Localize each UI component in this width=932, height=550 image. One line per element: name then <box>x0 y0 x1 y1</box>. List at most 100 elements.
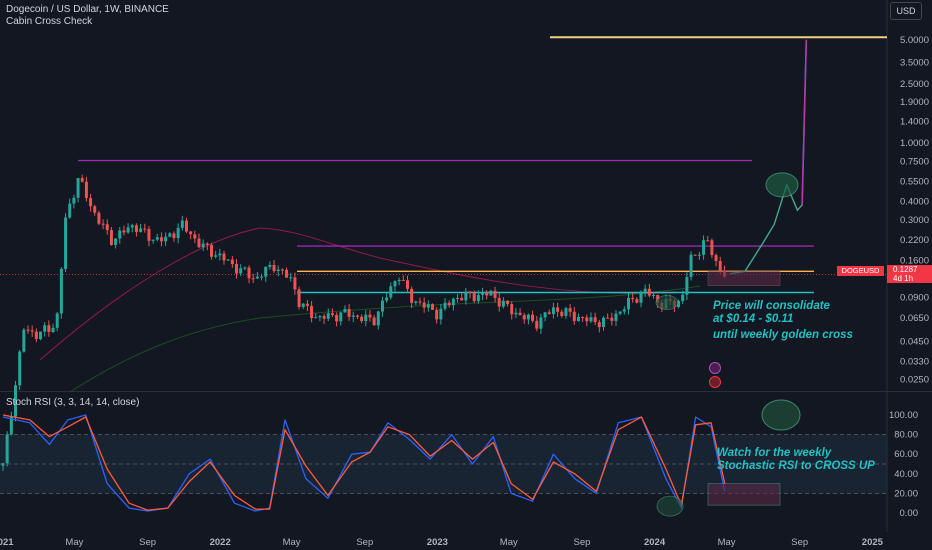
candle-body <box>685 277 689 295</box>
candle-body <box>405 280 409 289</box>
candle-body <box>451 298 455 306</box>
rsi-tick-label: 0.00 <box>900 508 919 519</box>
time-tick-label: 2022 <box>210 537 231 548</box>
candle-body <box>689 254 693 278</box>
candle-body <box>485 292 489 296</box>
candle-body <box>210 244 213 257</box>
candle-body <box>201 243 205 248</box>
candle-body <box>481 292 485 295</box>
candle-body <box>59 268 63 314</box>
currency-button[interactable]: USD <box>890 2 922 20</box>
candle-body <box>572 311 576 322</box>
candle-body <box>631 297 635 300</box>
candle-body <box>64 217 68 269</box>
candle-body <box>218 253 222 256</box>
price-tick-label: 0.3000 <box>900 215 929 226</box>
candle-body <box>697 254 701 256</box>
candle-body <box>614 313 618 321</box>
symbol-label: DOGEUSD <box>837 266 884 276</box>
candle-body <box>627 297 630 310</box>
candle-body <box>76 178 80 198</box>
candle-body <box>5 434 9 464</box>
candle-body <box>489 290 493 296</box>
candle-body <box>114 238 118 245</box>
candle-body <box>285 269 289 278</box>
candle-body <box>376 311 380 326</box>
candle-body <box>681 294 685 302</box>
candle-body <box>247 267 251 279</box>
rsi-tick-label: 80.00 <box>894 430 918 441</box>
rsi-tick-label: 60.00 <box>894 449 918 460</box>
candle-body <box>706 240 710 242</box>
candle-body <box>368 314 372 318</box>
candle-body <box>18 351 22 386</box>
candle-body <box>493 290 497 299</box>
candle-body <box>576 317 580 322</box>
candle-body <box>343 309 347 313</box>
candle-body <box>610 317 614 321</box>
rsi-annotation: Watch for the weekly Stochastic RSI to C… <box>717 447 875 472</box>
candle-body <box>22 329 26 352</box>
stoch-rsi-title[interactable]: Stoch RSI (3, 3, 14, 14, close) <box>6 397 139 408</box>
candle-body <box>372 317 376 326</box>
candle-body <box>456 297 460 299</box>
price-tick-label: 0.5500 <box>900 176 929 187</box>
time-tick-label: May <box>65 537 83 548</box>
candle-body <box>293 277 297 290</box>
candle-body <box>422 302 426 308</box>
candle-body <box>272 264 276 272</box>
candle-body <box>72 197 76 204</box>
price-tick-label: 0.4000 <box>900 197 929 208</box>
candle-body <box>335 315 339 322</box>
candle-body <box>535 320 539 329</box>
candle-body <box>518 312 522 316</box>
candle-body <box>464 291 468 301</box>
ma-200-line <box>69 285 701 393</box>
candle-body <box>168 233 172 237</box>
candle-body <box>126 227 130 233</box>
candle-body <box>297 289 301 307</box>
candle-body <box>235 264 239 274</box>
price-label: 0.1287 4d 1h <box>887 265 932 283</box>
candle-body <box>460 297 464 301</box>
candle-body <box>556 307 560 312</box>
candle-body <box>143 228 147 230</box>
candle-body <box>439 308 443 320</box>
candle-body <box>214 255 218 257</box>
price-tick-label: 5.0000 <box>900 35 929 46</box>
time-tick-label: 2023 <box>427 537 448 548</box>
candle-body <box>560 311 564 316</box>
candle-body <box>506 300 510 305</box>
price-tick-label: 1.9000 <box>900 97 929 108</box>
candle-body <box>543 312 547 318</box>
candle-body <box>514 312 518 315</box>
candle-body <box>243 267 247 269</box>
candle-body <box>468 291 472 294</box>
candle-body <box>581 317 585 319</box>
candle-body <box>172 233 176 239</box>
candle-body <box>360 316 364 321</box>
top-circle <box>765 172 799 198</box>
price-tick-label: 0.0450 <box>900 337 929 348</box>
candle-body <box>260 276 264 278</box>
consolidate-annotation: Price will consolidate at $0.14 - $0.11 <box>713 300 830 325</box>
indicator-name[interactable]: Cabin Cross Check <box>6 16 92 27</box>
candle-body <box>597 322 601 328</box>
price-tick-label: 0.0650 <box>900 313 929 324</box>
candle-body <box>68 203 72 218</box>
golden-cross-annotation: until weekly golden cross <box>713 329 853 341</box>
candle-body <box>1 463 5 466</box>
candle-body <box>51 327 55 333</box>
candle-body <box>30 330 34 332</box>
candle-body <box>180 220 184 228</box>
price-tick-label: 0.0330 <box>900 357 929 368</box>
candle-body <box>122 230 126 233</box>
candle-body <box>652 295 656 297</box>
candle-body <box>264 266 268 277</box>
projection-breakout <box>801 39 808 205</box>
candle-body <box>197 238 201 248</box>
candle-body <box>547 312 551 315</box>
projection-path <box>729 39 807 275</box>
candle-body <box>184 220 188 232</box>
candle-body <box>510 304 514 315</box>
